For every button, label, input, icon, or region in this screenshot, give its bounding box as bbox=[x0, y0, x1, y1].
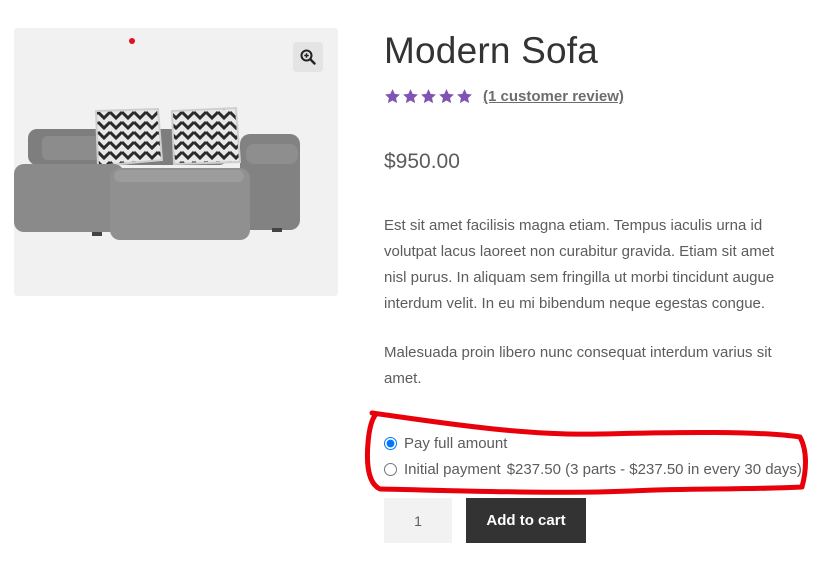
add-to-cart-button[interactable]: Add to cart bbox=[466, 498, 586, 543]
star-icon bbox=[457, 89, 472, 104]
initial-payment-radio[interactable] bbox=[384, 462, 397, 476]
product-description-paragraph: Malesuada proin libero nunc consequat in… bbox=[384, 344, 772, 387]
pay-full-option[interactable]: Pay full amount bbox=[384, 430, 802, 456]
product-image[interactable] bbox=[14, 100, 314, 250]
product-price: $950.00 bbox=[384, 150, 460, 173]
quantity-input[interactable] bbox=[384, 498, 452, 543]
product-description-paragraph: Est sit amet facilisis magna etiam. Temp… bbox=[384, 217, 775, 312]
payment-options: Pay full amount Initial payment $237.50 … bbox=[384, 430, 802, 482]
zoom-button[interactable] bbox=[293, 42, 323, 72]
initial-payment-amount: $237.50 (3 parts - $237.50 in every 30 d… bbox=[506, 460, 802, 478]
pay-full-label: Pay full amount bbox=[404, 434, 508, 452]
zoom-in-icon bbox=[300, 49, 316, 65]
product-rating: (1 customer review) bbox=[384, 88, 624, 105]
star-icon bbox=[421, 89, 436, 104]
pay-full-radio[interactable] bbox=[384, 436, 397, 450]
star-icon bbox=[439, 89, 454, 104]
initial-payment-option[interactable]: Initial payment $237.50 (3 parts - $237.… bbox=[384, 456, 802, 482]
initial-payment-label: Initial payment bbox=[404, 460, 501, 478]
star-rating bbox=[384, 88, 473, 105]
star-icon bbox=[403, 89, 418, 104]
product-gallery bbox=[14, 28, 338, 296]
customer-review-link[interactable]: (1 customer review) bbox=[483, 88, 624, 105]
red-marker-dot bbox=[129, 38, 135, 44]
star-icon bbox=[385, 89, 400, 104]
product-title: Modern Sofa bbox=[384, 30, 599, 71]
